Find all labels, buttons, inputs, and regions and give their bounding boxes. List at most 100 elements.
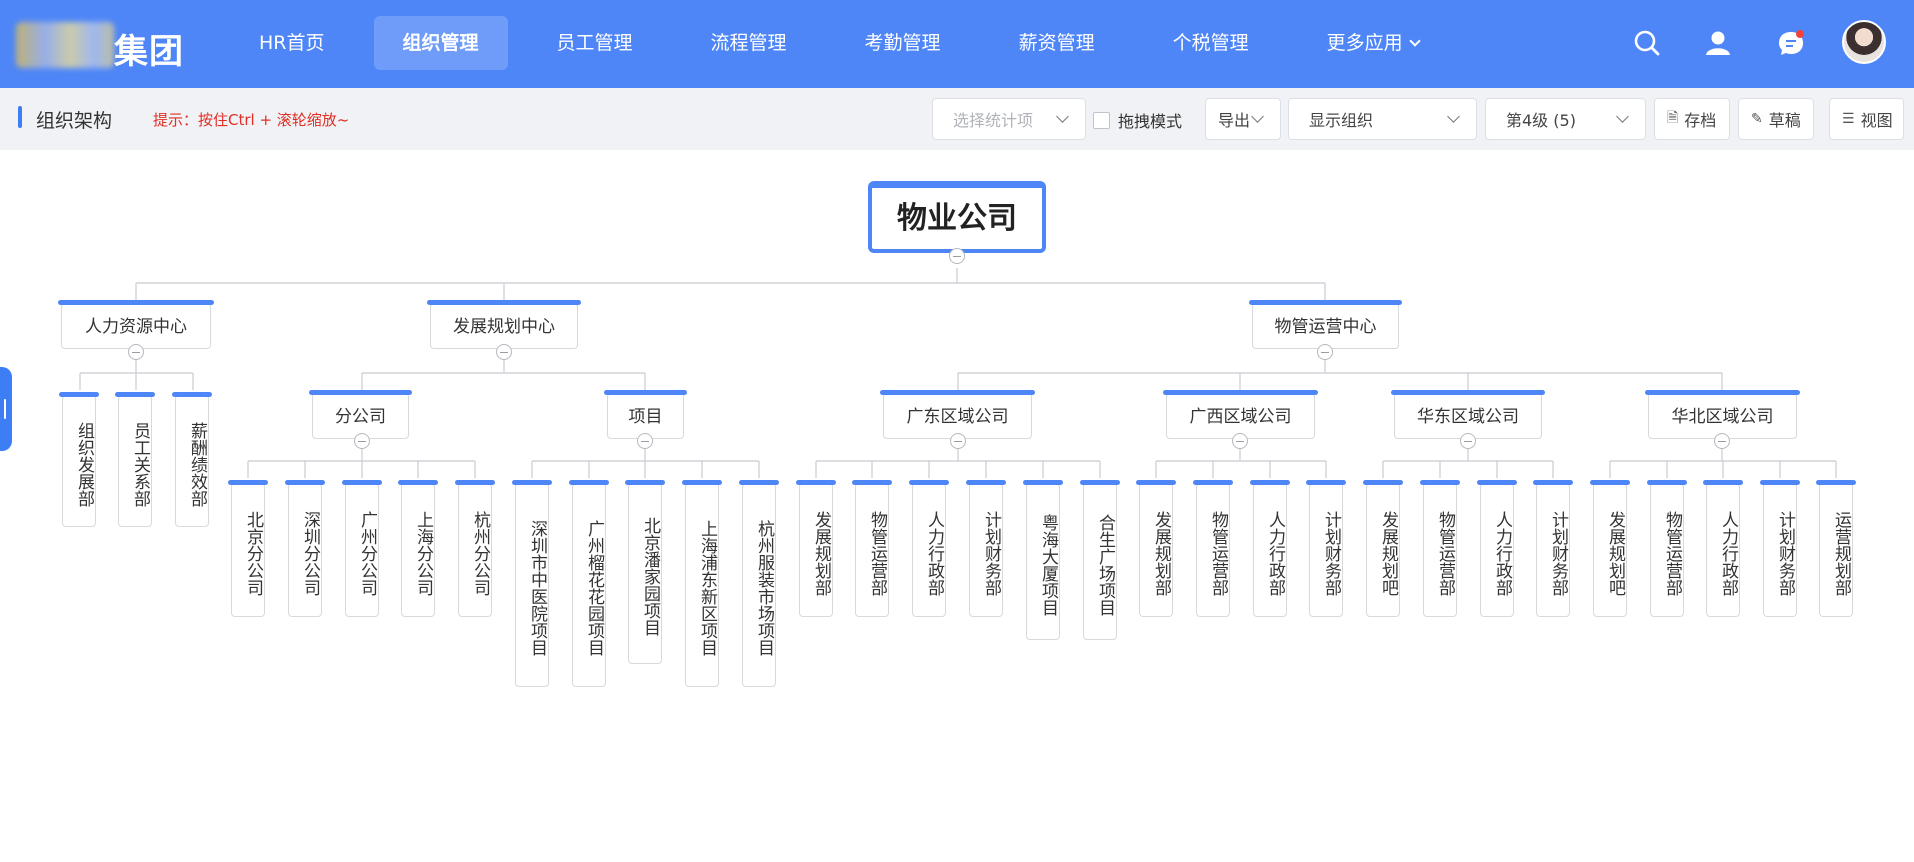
org-node-branch[interactable]: 北京分公司 — [228, 480, 268, 617]
org-node-dept[interactable]: 组织发展部 — [59, 392, 99, 527]
org-node-label: 合生广场项目 — [1095, 513, 1115, 616]
org-node-dept[interactable]: 粤海大厦项目 — [1023, 480, 1063, 640]
org-node-dept[interactable]: 员工关系部 — [115, 392, 155, 527]
collapse-toggle-icon[interactable] — [1232, 433, 1248, 449]
collapse-toggle-icon[interactable] — [949, 248, 965, 264]
org-node-label: 上海浦东新区项目 — [697, 520, 717, 656]
brand-text: 集团 — [114, 32, 184, 72]
collapse-toggle-icon[interactable] — [496, 344, 512, 360]
avatar[interactable] — [1842, 20, 1886, 64]
org-node-label: 计划财务部 — [981, 510, 1001, 596]
org-node-dept[interactable]: 物管运营部 — [1420, 480, 1460, 617]
org-node-branch[interactable]: 广州分公司 — [342, 480, 382, 617]
org-node-branch[interactable]: 杭州分公司 — [455, 480, 495, 617]
collapse-toggle-icon[interactable] — [637, 433, 653, 449]
collapse-toggle-icon[interactable] — [950, 433, 966, 449]
org-node-dept[interactable]: 人力行政部 — [1250, 480, 1290, 617]
checkbox-box[interactable] — [1093, 111, 1110, 129]
display-org-select[interactable]: 显示组织 — [1288, 98, 1477, 140]
archive-button[interactable]: 🗎 存档 — [1654, 98, 1730, 140]
org-node-label: 广州分公司 — [357, 510, 377, 596]
nav-more-apps[interactable]: 更多应用 — [1298, 16, 1448, 70]
org-node-label: 深圳市中医院项目 — [527, 520, 547, 656]
org-node-dept[interactable]: 人力行政部 — [1703, 480, 1743, 617]
org-node-branch[interactable]: 上海分公司 — [398, 480, 438, 617]
org-node-dept[interactable]: 计划财务部 — [1533, 480, 1573, 617]
collapse-toggle-icon[interactable] — [354, 433, 370, 449]
chevron-down-icon — [1447, 110, 1460, 123]
chevron-down-icon — [1616, 110, 1629, 123]
org-node-label: 北京潘家园项目 — [640, 517, 660, 636]
org-node-dept[interactable]: 人力行政部 — [909, 480, 949, 617]
org-node-dept[interactable]: 发展规划部 — [1136, 480, 1176, 617]
draft-label: 草稿 — [1768, 111, 1801, 130]
org-node-project[interactable]: 深圳市中医院项目 — [512, 480, 552, 687]
org-node-label: 杭州分公司 — [470, 510, 490, 596]
side-panel-handle[interactable] — [0, 367, 12, 451]
export-dropdown[interactable]: 导出 — [1205, 98, 1281, 140]
nav-org-management[interactable]: 组织管理 — [373, 16, 508, 70]
org-node-dept[interactable]: 发展规划吧 — [1363, 480, 1403, 617]
nav-process-management[interactable]: 流程管理 — [682, 16, 816, 70]
org-node-label: 杭州服装市场项目 — [754, 520, 774, 656]
nav-hr-home[interactable]: HR首页 — [230, 16, 354, 70]
org-node-dept[interactable]: 运营规划部 — [1816, 480, 1856, 617]
org-node-project[interactable]: 上海浦东新区项目 — [682, 480, 722, 687]
org-node-dept[interactable]: 发展规划部 — [796, 480, 836, 617]
org-node-hr-center[interactable]: 人力资源中心 — [58, 300, 214, 349]
org-node-dept[interactable]: 物管运营部 — [1193, 480, 1233, 617]
nav-employee-management[interactable]: 员工管理 — [528, 16, 662, 70]
nav-salary-management[interactable]: 薪资管理 — [990, 16, 1124, 70]
logo-mark — [16, 22, 114, 68]
collapse-toggle-icon[interactable] — [1714, 433, 1730, 449]
stat-item-select[interactable]: 选择统计项 — [932, 98, 1086, 140]
org-node-label: 发展规划部 — [811, 510, 831, 596]
org-node-project[interactable]: 广州榴花花园项目 — [569, 480, 609, 687]
archive-label: 存档 — [1684, 111, 1717, 130]
title-accent-bar — [18, 106, 22, 128]
collapse-toggle-icon[interactable] — [1317, 344, 1333, 360]
org-node-dept[interactable]: 计划财务部 — [966, 480, 1006, 617]
zoom-tip: 提示：按住Ctrl + 滚轮缩放~ — [153, 111, 350, 129]
message-icon[interactable] — [1776, 28, 1806, 58]
org-node-project[interactable]: 北京潘家园项目 — [625, 480, 665, 664]
org-node-dept[interactable]: 物管运营部 — [1647, 480, 1687, 617]
org-node-label: 发展规划部 — [1151, 510, 1171, 596]
org-node-branch[interactable]: 深圳分公司 — [285, 480, 325, 617]
org-node-dept[interactable]: 合生广场项目 — [1080, 480, 1120, 640]
company-logo[interactable]: 集团 — [16, 22, 194, 72]
org-node-project[interactable]: 杭州服装市场项目 — [739, 480, 779, 687]
org-node-label: 北京分公司 — [243, 510, 263, 596]
org-node-label: 运营规划部 — [1831, 510, 1851, 596]
org-node-label: 员工关系部 — [130, 421, 150, 507]
view-button[interactable]: ☰ 视图 — [1829, 98, 1904, 140]
collapse-toggle-icon[interactable] — [1460, 433, 1476, 449]
draft-button[interactable]: ✎ 草稿 — [1738, 98, 1814, 140]
nav-attendance-management[interactable]: 考勤管理 — [836, 16, 970, 70]
search-icon[interactable] — [1632, 28, 1662, 58]
org-node-dept[interactable]: 计划财务部 — [1760, 480, 1800, 617]
org-node-label: 组织发展部 — [74, 421, 94, 507]
drag-mode-checkbox[interactable]: 拖拽模式 — [1093, 108, 1182, 132]
top-nav-bar: 集团 HR首页 组织管理 员工管理 流程管理 考勤管理 薪资管理 个税管理 更多… — [0, 0, 1914, 88]
chevron-down-icon — [1056, 110, 1069, 123]
org-node-dev-center[interactable]: 发展规划中心 — [427, 300, 581, 349]
org-root-node[interactable]: 物业公司 — [868, 181, 1046, 253]
org-node-dept[interactable]: 物管运营部 — [852, 480, 892, 617]
org-node-dept[interactable]: 发展规划吧 — [1590, 480, 1630, 617]
drag-mode-label: 拖拽模式 — [1118, 112, 1183, 131]
chevron-down-icon — [1251, 110, 1264, 123]
org-node-label: 人力行政部 — [1718, 510, 1738, 596]
nav-tax-management[interactable]: 个税管理 — [1144, 16, 1278, 70]
level-select[interactable]: 第4级 (5) — [1485, 98, 1646, 140]
org-node-label: 人力行政部 — [924, 510, 944, 596]
org-node-dept[interactable]: 人力行政部 — [1477, 480, 1517, 617]
level-value: 第4级 (5) — [1506, 111, 1576, 130]
collapse-toggle-icon[interactable] — [128, 344, 144, 360]
org-node-dept[interactable]: 计划财务部 — [1306, 480, 1346, 617]
org-node-ops-center[interactable]: 物管运营中心 — [1249, 300, 1402, 349]
user-icon[interactable] — [1703, 28, 1733, 58]
edit-icon: ✎ — [1751, 111, 1763, 127]
org-node-dept[interactable]: 薪酬绩效部 — [172, 392, 212, 527]
toolbar: 组织架构 提示：按住Ctrl + 滚轮缩放~ 选择统计项 导出 显示组织 第4级… — [0, 88, 1914, 150]
